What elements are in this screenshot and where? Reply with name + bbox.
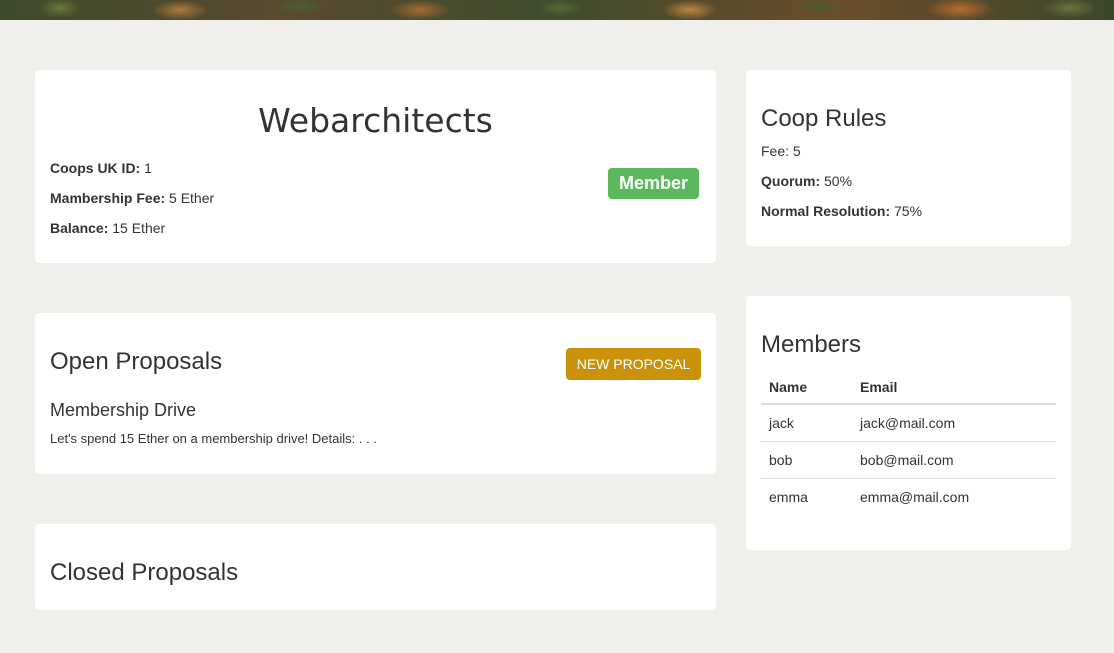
member-email: jack@mail.com bbox=[860, 414, 956, 431]
coop-rules-card: Coop Rules Fee: 5 Quorum: 50% Normal Res… bbox=[746, 70, 1071, 246]
balance-value: 15 Ether bbox=[108, 220, 166, 236]
column-header-email: Email bbox=[852, 370, 1056, 405]
membership-fee-value: 5 Ether bbox=[165, 190, 215, 206]
table-row: emma emma@mail.com bbox=[761, 477, 1056, 515]
members-card: Members Name Email jack jack@mail.com bo… bbox=[746, 296, 1071, 550]
membership-fee-label: Mambership Fee: bbox=[50, 190, 166, 206]
closed-proposals-title: Closed Proposals bbox=[50, 559, 239, 586]
rule-quorum: Quorum: 50% bbox=[761, 173, 852, 189]
header-banner-image bbox=[0, 0, 1114, 20]
member-email: emma@mail.com bbox=[852, 477, 1056, 515]
quorum-label: Quorum: bbox=[761, 173, 821, 189]
member-status-badge: Member bbox=[608, 168, 699, 199]
normal-resolution-label: Normal Resolution: bbox=[761, 203, 891, 219]
coop-name: Webarchitects bbox=[258, 101, 493, 140]
coops-uk-id: Coops UK ID: 1 bbox=[50, 160, 152, 176]
quorum-value: 50% bbox=[820, 173, 853, 189]
coop-rules-title: Coop Rules bbox=[761, 105, 887, 132]
column-header-name: Name bbox=[761, 370, 852, 405]
member-name: bob bbox=[761, 440, 852, 478]
members-table: Name Email jack jack@mail.com bob bob@ma… bbox=[761, 370, 1056, 515]
new-proposal-button[interactable]: NEW PROPOSAL bbox=[566, 348, 701, 380]
coop-info-card: Webarchitects Coops UK ID: 1 Mambership … bbox=[35, 70, 716, 263]
rule-normal-resolution: Normal Resolution: 75% bbox=[761, 203, 922, 219]
member-name: emma bbox=[761, 477, 852, 515]
coops-uk-id-value: 1 bbox=[140, 160, 152, 176]
table-row: bob bob@mail.com bbox=[761, 440, 1056, 478]
proposal-description: Let's spend 15 Ether on a membership dri… bbox=[50, 431, 377, 446]
normal-resolution-value: 75% bbox=[890, 203, 923, 219]
member-name: jack bbox=[769, 414, 794, 431]
member-email: bob@mail.com bbox=[852, 440, 1056, 478]
membership-fee: Mambership Fee: 5 Ether bbox=[50, 190, 214, 206]
balance-label: Balance: bbox=[50, 220, 109, 236]
closed-proposals-card: Closed Proposals bbox=[35, 524, 716, 610]
proposal-title[interactable]: Membership Drive bbox=[50, 400, 196, 421]
open-proposals-title: Open Proposals bbox=[50, 348, 223, 375]
open-proposals-card: Open Proposals NEW PROPOSAL Membership D… bbox=[35, 313, 716, 474]
balance: Balance: 15 Ether bbox=[50, 220, 165, 236]
rule-fee: Fee: 5 bbox=[761, 143, 801, 159]
coops-uk-id-label: Coops UK ID: bbox=[50, 160, 141, 176]
members-title: Members bbox=[761, 331, 862, 358]
table-header-row: Name Email bbox=[761, 370, 1056, 405]
table-row: jack jack@mail.com bbox=[761, 404, 1056, 441]
